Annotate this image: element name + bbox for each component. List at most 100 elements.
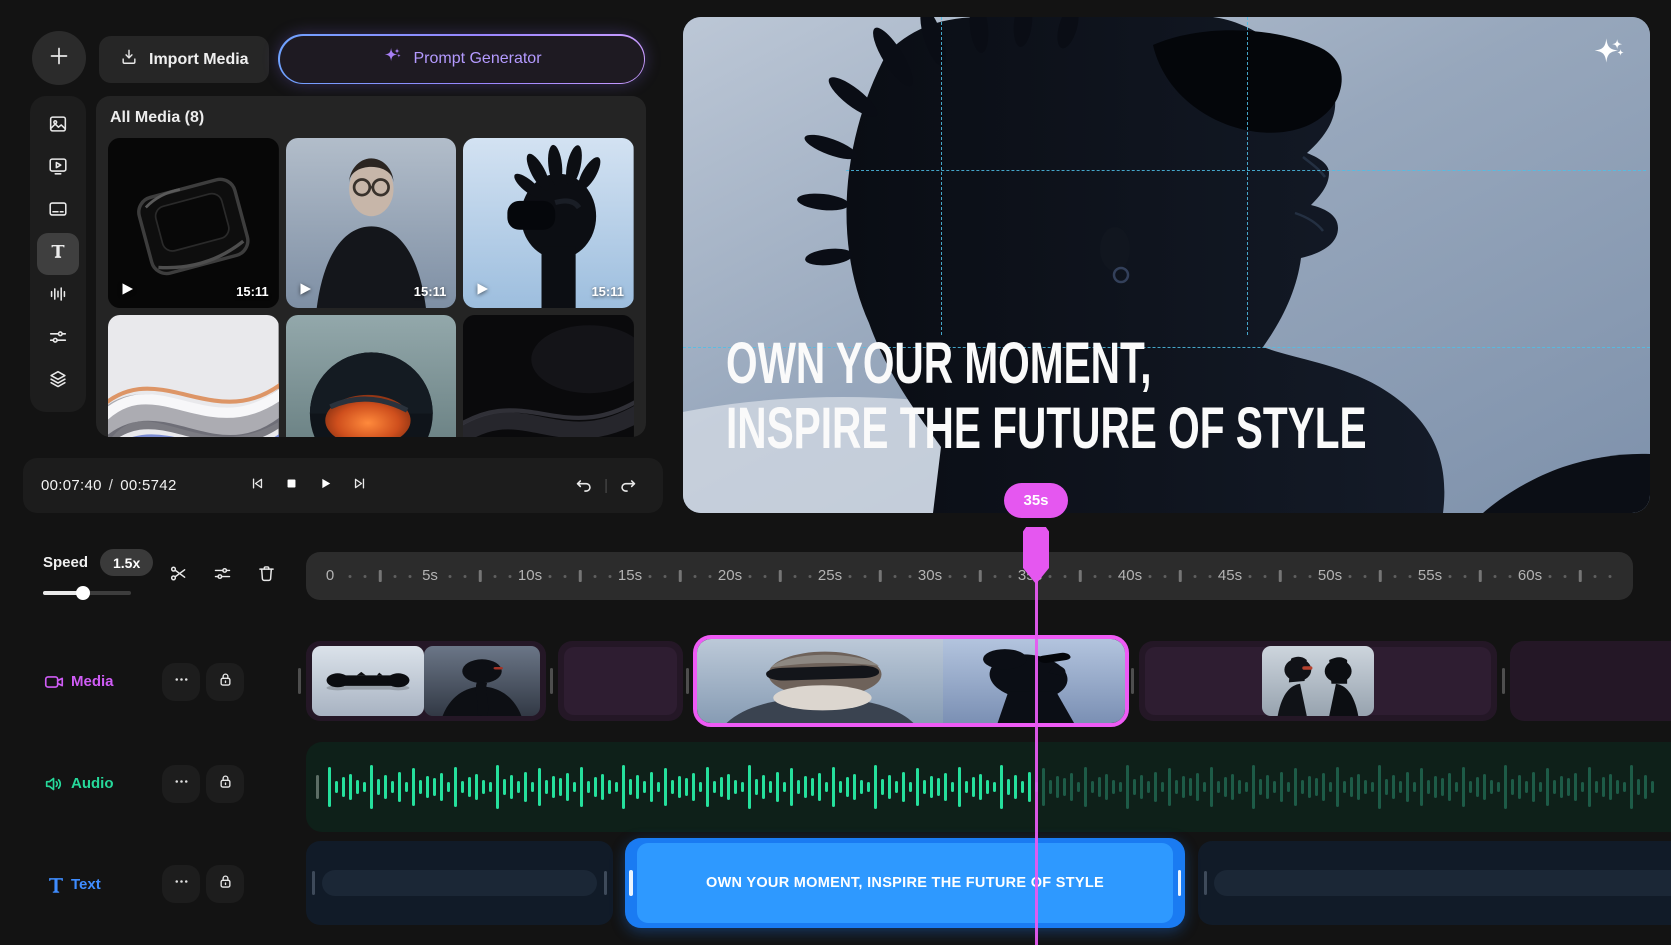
- lock-icon: [216, 872, 235, 896]
- old-man-thumb: [697, 639, 943, 723]
- text-trim-handle[interactable]: [629, 870, 633, 896]
- speed-value-badge: 1.5x: [100, 549, 153, 576]
- braid-person-thumb: [424, 646, 540, 716]
- speed-slider[interactable]: [43, 586, 131, 600]
- sparkles-glyph: [1588, 62, 1628, 79]
- headline-line-2: INSPIRE THE FUTURE OF STYLE: [726, 396, 1367, 461]
- play-icon[interactable]: [473, 280, 491, 298]
- text-track-lock-button[interactable]: [206, 865, 244, 903]
- skip-start-button[interactable]: [247, 476, 267, 496]
- media-item-helmet-visor[interactable]: [286, 315, 457, 437]
- layers-icon: [47, 368, 69, 395]
- duration-label: 15:11: [236, 284, 269, 299]
- rail-item-adjust[interactable]: [37, 318, 79, 360]
- media-item-chrome-swirl[interactable]: [108, 315, 279, 437]
- ruler-label: 50s: [1318, 567, 1342, 584]
- lock-icon: [216, 772, 235, 796]
- clip-trim-handle[interactable]: [686, 668, 689, 694]
- media-item-portrait-glasses[interactable]: 15:11: [286, 138, 457, 308]
- media-track-label: Media: [71, 673, 114, 690]
- rail-item-media-library[interactable]: [37, 105, 79, 147]
- playhead-time-badge[interactable]: 35s: [1004, 483, 1068, 518]
- text-track-label: Text: [71, 876, 101, 893]
- undo-button[interactable]: [573, 475, 595, 497]
- undo-icon: [573, 484, 595, 501]
- trash-icon: [256, 563, 277, 589]
- ruler-label: 55s: [1418, 567, 1442, 584]
- add-button[interactable]: [32, 31, 86, 85]
- playhead-line: [1035, 556, 1038, 945]
- rail-item-video[interactable]: [37, 148, 79, 190]
- headline-overlay[interactable]: OWN YOUR MOMENT, INSPIRE THE FUTURE OF S…: [726, 332, 1641, 462]
- media-clip-1[interactable]: [306, 641, 546, 721]
- audio-track-options-button[interactable]: [162, 765, 200, 803]
- prompt-generator-button[interactable]: Prompt Generator: [278, 34, 645, 84]
- media-clip-5[interactable]: [1510, 641, 1671, 721]
- audio-track-lock-button[interactable]: [206, 765, 244, 803]
- text-clip-2[interactable]: [1198, 841, 1671, 925]
- media-item-vr-headset[interactable]: 15:11: [463, 138, 634, 308]
- speaker-icon: [43, 773, 65, 795]
- media-item-esc-key[interactable]: 15:11: [108, 138, 279, 308]
- stop-button[interactable]: [281, 476, 301, 496]
- media-panel: All Media (8) 15:1115:1115:11: [96, 96, 646, 437]
- media-item-dark-abstract[interactable]: [463, 315, 634, 437]
- text-trim-handle[interactable]: [604, 871, 607, 895]
- media-track-lock-button[interactable]: [206, 663, 244, 701]
- ruler-label: 40s: [1118, 567, 1142, 584]
- tool-rail: [30, 96, 86, 412]
- text-serif-icon: [47, 240, 69, 267]
- sparkle-icon: [381, 46, 403, 73]
- two-women-thumb: [1262, 646, 1374, 716]
- ruler-label: 30s: [918, 567, 942, 584]
- magic-sparkles-icon[interactable]: [1588, 35, 1628, 75]
- clip-trim-handle[interactable]: [1131, 668, 1134, 694]
- ellipsis-icon: [172, 772, 191, 796]
- skip-end-icon: [350, 474, 369, 498]
- text-trim-handle[interactable]: [1178, 870, 1182, 896]
- playback-bar: 00:07:40 / 00:5742 |: [23, 458, 663, 513]
- audio-clip[interactable]: [306, 742, 1671, 832]
- video-editor-app: Import Media Prompt Generator All Media …: [0, 0, 1671, 945]
- cut-button[interactable]: [160, 558, 196, 594]
- ruler-label: 45s: [1218, 567, 1242, 584]
- controller-thumb: [312, 646, 424, 716]
- media-panel-title: All Media (8): [110, 109, 204, 127]
- text-clip-content: OWN YOUR MOMENT, INSPIRE THE FUTURE OF S…: [706, 875, 1104, 891]
- play-icon[interactable]: [296, 280, 314, 298]
- ruler-label: 10s: [518, 567, 542, 584]
- rail-item-audio[interactable]: [37, 276, 79, 318]
- history-controls: |: [573, 458, 639, 513]
- clip-trim-handle[interactable]: [298, 668, 301, 694]
- clip-trim-handle[interactable]: [550, 668, 553, 694]
- speed-slider-knob[interactable]: [76, 586, 90, 600]
- skip-end-button[interactable]: [349, 476, 369, 496]
- media-clip-3-selected[interactable]: [693, 635, 1129, 727]
- media-clip-2[interactable]: [558, 641, 683, 721]
- rail-item-text-tool[interactable]: [37, 233, 79, 275]
- text-track-options-button[interactable]: [162, 865, 200, 903]
- text-trim-handle[interactable]: [1204, 871, 1207, 895]
- delete-button[interactable]: [248, 558, 284, 594]
- clip-trim-handle[interactable]: [1502, 668, 1505, 694]
- text-trim-handle[interactable]: [312, 871, 315, 895]
- text-clip-1[interactable]: [306, 841, 613, 925]
- play-icon[interactable]: [118, 280, 136, 298]
- rail-item-captions[interactable]: [37, 190, 79, 232]
- text-clip-active[interactable]: OWN YOUR MOMENT, INSPIRE THE FUTURE OF S…: [625, 838, 1185, 928]
- video-preview[interactable]: OWN YOUR MOMENT, INSPIRE THE FUTURE OF S…: [683, 17, 1650, 513]
- adjust-button[interactable]: [204, 558, 240, 594]
- ruler-label: 25s: [818, 567, 842, 584]
- media-clip-4[interactable]: [1139, 641, 1497, 721]
- timeline-ruler[interactable]: 05s10s15s20s25s30s35s40s45s50s55s60s: [306, 552, 1633, 600]
- import-media-button[interactable]: Import Media: [99, 36, 269, 83]
- redo-button[interactable]: [617, 475, 639, 497]
- transport-controls: [247, 458, 369, 513]
- rail-item-layers[interactable]: [37, 361, 79, 403]
- play-button[interactable]: [315, 476, 335, 496]
- ellipsis-icon: [172, 872, 191, 896]
- text-t-icon: [45, 874, 67, 896]
- audio-trim-handle[interactable]: [316, 775, 319, 799]
- media-track-options-button[interactable]: [162, 663, 200, 701]
- image-icon: [47, 113, 69, 140]
